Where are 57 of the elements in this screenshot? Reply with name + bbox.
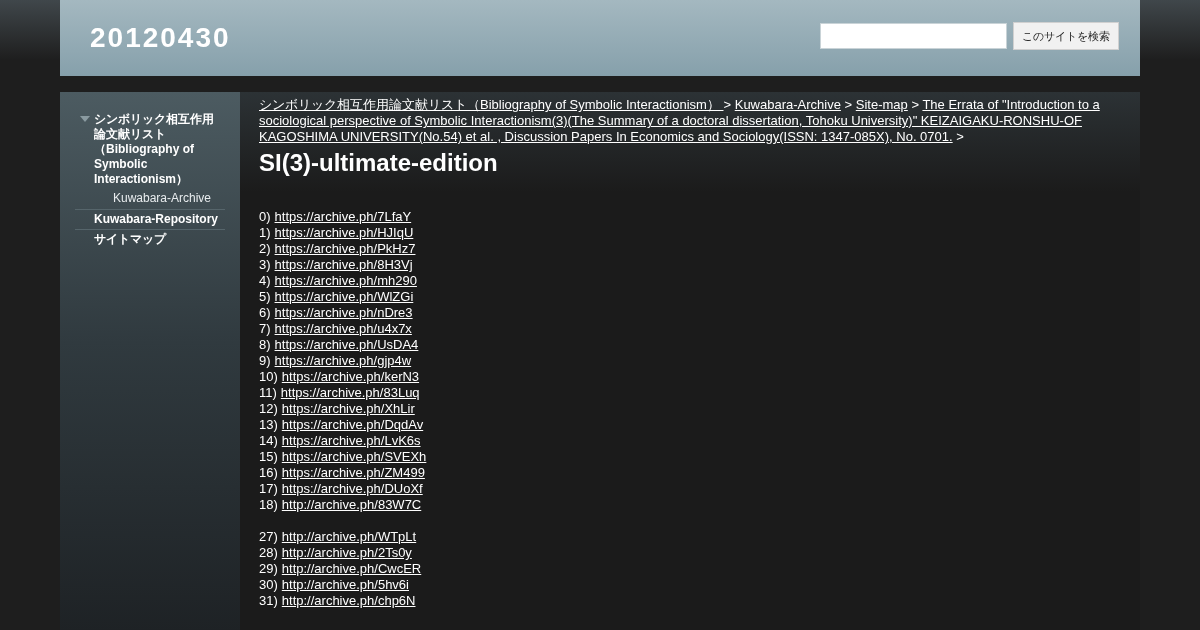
list-number: 17) (259, 481, 278, 497)
archive-link[interactable]: http://archive.ph/5hv6i (281, 577, 409, 593)
archive-link[interactable]: https://archive.ph/8H3Vj (274, 257, 413, 273)
archive-link[interactable]: https://archive.ph/WlZGi (274, 289, 414, 305)
sidebar-item[interactable]: シンボリック相互作用論文献リスト（Bibliography of Symbolic Interactionism） (94, 112, 224, 187)
list-number: 30) (259, 577, 278, 593)
archive-link[interactable]: https://archive.ph/DUoXf (281, 481, 423, 497)
archive-link[interactable]: https://archive.ph/7LfaY (274, 209, 412, 225)
list-number: 27) (259, 529, 278, 545)
list-number: 28) (259, 545, 278, 561)
list-number: 16) (259, 465, 278, 481)
list-number: 5) (259, 289, 271, 305)
archive-link[interactable]: http://archive.ph/CwcER (281, 561, 422, 577)
list-number: 29) (259, 561, 278, 577)
list-number: 12) (259, 401, 278, 417)
list-number: 31) (259, 593, 278, 609)
archive-link[interactable]: https://archive.ph/HJIqU (274, 225, 414, 241)
sidebar-item[interactable]: Kuwabara-Repository (94, 212, 224, 227)
list-number: 2) (259, 241, 271, 257)
list-number: 6) (259, 305, 271, 321)
archive-link[interactable]: https://archive.ph/DqdAv (281, 417, 424, 433)
archive-link[interactable]: https://archive.ph/kerN3 (281, 369, 420, 385)
search-button[interactable]: このサイトを検索 (1013, 22, 1119, 50)
archive-link[interactable]: https://archive.ph/nDre3 (274, 305, 413, 321)
list-number: 4) (259, 273, 271, 289)
list-number: 14) (259, 433, 278, 449)
list-number: 7) (259, 321, 271, 337)
archive-link[interactable]: https://archive.ph/PkHz7 (274, 241, 416, 257)
list-number: 15) (259, 449, 278, 465)
archive-link[interactable]: http://archive.ph/2Ts0y (281, 545, 412, 561)
archive-link[interactable]: https://archive.ph/UsDA4 (274, 337, 419, 353)
caret-down-icon[interactable] (79, 116, 90, 122)
sidebar-item[interactable]: サイトマップ (94, 232, 224, 247)
archive-link[interactable]: https://archive.ph/83Luq (280, 385, 420, 401)
list-number: 18) (259, 497, 278, 513)
list-number: 11) (259, 385, 277, 401)
archive-link[interactable]: https://archive.ph/ZM499 (281, 465, 425, 481)
list-number: 1) (259, 225, 271, 241)
archive-link[interactable]: http://archive.ph/83W7C (281, 497, 422, 513)
breadcrumb-trail[interactable]: シンボリック相互作用論文献リスト（Bibliography of Symbolic Interactionism） > Kuwabara-Archive > Site-map > The Errata of "Introduction to a sociological perspective of Symbolic Interactionism(3)(The Summary of a doctoral dissertation, Tohoku University)" KEIZAIGAKU-RONSHU-OF KAGOSHIMA UNIVERSITY(No.54) et al. , Discussion Papers In Economics and Sociology(ISSN: 1347-085X), No. 0701. > (259, 97, 1110, 145)
archive-link[interactable]: https://archive.ph/LvK6s (281, 433, 421, 449)
archive-link[interactable]: http://archive.ph/WTpLt (281, 529, 417, 545)
archive-link[interactable]: https://archive.ph/XhLir (281, 401, 415, 417)
archive-link[interactable]: https://archive.ph/mh290 (274, 273, 417, 289)
page-title: SI(3)-ultimate-edition (259, 149, 499, 177)
archive-link[interactable]: https://archive.ph/SVEXh (281, 449, 427, 465)
sidebar-item[interactable]: Kuwabara-Archive (94, 191, 212, 206)
archive-link[interactable]: https://archive.ph/gjp4w (274, 353, 412, 369)
search-field[interactable] (820, 23, 1007, 49)
list-number: 3) (259, 257, 271, 273)
list-number: 0) (259, 209, 271, 225)
list-number: 10) (259, 369, 278, 385)
list-number: 13) (259, 417, 278, 433)
archive-link[interactable]: https://archive.ph/u4x7x (274, 321, 412, 337)
archive-link[interactable]: http://archive.ph/chp6N (281, 593, 416, 609)
list-number: 8) (259, 337, 271, 353)
list-number: 9) (259, 353, 271, 369)
